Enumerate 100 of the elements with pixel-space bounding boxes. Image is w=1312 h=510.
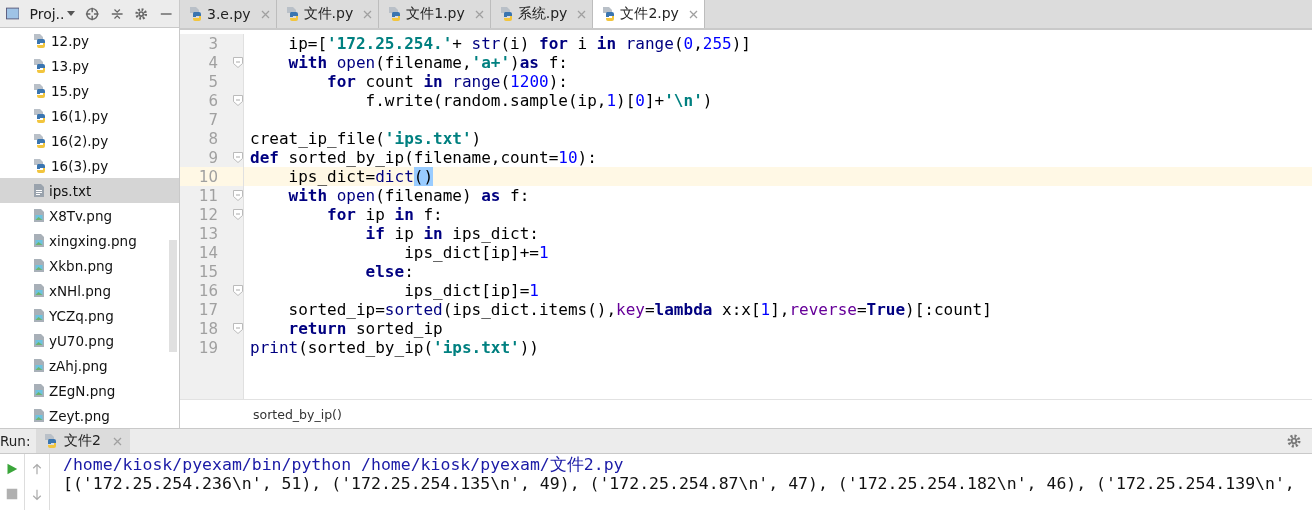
file-tree-item[interactable]: 16(3).py bbox=[0, 153, 179, 178]
python-file-icon bbox=[44, 433, 58, 449]
fold-marker-icon[interactable] bbox=[233, 323, 243, 334]
file-tree-item[interactable]: YCZq.png bbox=[0, 303, 179, 328]
console-output-line: /home/kiosk/pyexam/bin/python /home/kiosk/pyexam/文件2.py bbox=[63, 455, 625, 474]
editor-tab[interactable]: 文件2.py bbox=[593, 0, 705, 28]
code-line: sorted_ip=sorted(ips_dict.items(),key=lambda x:x[1],reverse=True)[:count] bbox=[287, 300, 992, 319]
down-arrow-icon[interactable] bbox=[31, 488, 43, 502]
python-file-icon bbox=[602, 6, 617, 22]
crosshair-icon[interactable] bbox=[85, 5, 100, 22]
fold-marker-icon[interactable] bbox=[233, 209, 243, 220]
console-output-line: [('172.25.254.236\n', 51), ('172.25.254.135\n', 49), ('172.25.254.87\n', 47), ('172.25.254.182\n', 46), ('172.25.254.139\n', bbox=[63, 474, 1295, 493]
line-number: 6 bbox=[207, 91, 218, 110]
code-line: ips_dict=dict() bbox=[287, 167, 434, 186]
code-line: ips_dict[ip]+=1 bbox=[403, 243, 549, 262]
python-file-icon bbox=[33, 57, 47, 74]
fold-marker-icon[interactable] bbox=[233, 152, 243, 163]
line-number: 14 bbox=[197, 243, 218, 262]
python-file-icon bbox=[33, 32, 47, 49]
fold-marker-icon[interactable] bbox=[233, 95, 243, 106]
file-tree-item[interactable]: X8Tv.png bbox=[0, 203, 179, 228]
file-tree-item[interactable]: Xkbn.png bbox=[0, 253, 179, 278]
image-file-icon bbox=[33, 383, 45, 398]
file-tree-item[interactable]: zAhj.png bbox=[0, 353, 179, 378]
fold-marker-icon[interactable] bbox=[233, 190, 243, 201]
file-tree-item[interactable]: 16(1).py bbox=[0, 103, 179, 128]
code-line: for count in range(1200): bbox=[326, 72, 568, 91]
code-line: with open(filename) as f: bbox=[287, 186, 530, 205]
file-tree-item[interactable]: Zeyt.png bbox=[0, 403, 179, 428]
line-number: 7 bbox=[207, 110, 218, 129]
close-icon[interactable] bbox=[688, 9, 698, 19]
code-line: def sorted_by_ip(filename,count=10): bbox=[250, 148, 597, 167]
python-file-icon bbox=[33, 82, 47, 99]
code-line: print(sorted_by_ip('ips.txt')) bbox=[250, 338, 539, 357]
line-number: 3 bbox=[207, 34, 218, 53]
dropdown-caret-icon bbox=[67, 11, 76, 16]
breadcrumb[interactable]: sorted_by_ip() bbox=[253, 406, 342, 422]
line-number: 9 bbox=[207, 148, 218, 167]
code-line: ip=['172.25.254.'+ str(i) for i in range(0,255)] bbox=[287, 34, 751, 53]
python-file-icon bbox=[285, 6, 300, 22]
line-number: 10 bbox=[197, 167, 218, 186]
scrollbar[interactable] bbox=[169, 240, 177, 352]
window-icon bbox=[6, 7, 20, 20]
settings-icon[interactable] bbox=[1286, 433, 1302, 449]
up-arrow-icon[interactable] bbox=[31, 462, 43, 476]
line-number: 8 bbox=[207, 129, 218, 148]
code-line: with open(filename,'a+')as f: bbox=[287, 53, 568, 72]
line-number: 13 bbox=[197, 224, 218, 243]
python-file-icon bbox=[388, 6, 403, 22]
code-line: for ip in f: bbox=[326, 205, 443, 224]
python-file-icon bbox=[499, 6, 514, 22]
close-icon[interactable] bbox=[474, 9, 484, 19]
file-tree-item[interactable]: xingxing.png bbox=[0, 228, 179, 253]
python-file-icon bbox=[33, 132, 47, 149]
close-icon[interactable] bbox=[363, 9, 373, 19]
image-file-icon bbox=[33, 308, 45, 323]
line-number: 16 bbox=[197, 281, 218, 300]
file-tree-item[interactable]: 16(2).py bbox=[0, 128, 179, 153]
image-file-icon bbox=[33, 208, 45, 223]
code-line: else: bbox=[364, 262, 414, 281]
line-number: 4 bbox=[207, 53, 218, 72]
python-file-icon bbox=[33, 107, 47, 124]
code-line: if ip in ips_dict: bbox=[364, 224, 539, 243]
line-number: 5 bbox=[207, 72, 218, 91]
file-tree-item[interactable]: ips.txt bbox=[0, 178, 179, 203]
stop-icon[interactable] bbox=[6, 488, 18, 500]
python-file-icon bbox=[33, 157, 47, 174]
line-number: 15 bbox=[197, 262, 218, 281]
settings-icon[interactable] bbox=[134, 5, 149, 22]
file-tree-item[interactable]: 12.py bbox=[0, 28, 179, 53]
line-number: 12 bbox=[197, 205, 218, 224]
close-icon[interactable] bbox=[112, 436, 122, 446]
file-tree-item[interactable]: ZEgN.png bbox=[0, 378, 179, 403]
image-file-icon bbox=[33, 258, 45, 273]
line-number: 18 bbox=[197, 319, 218, 338]
text-file-icon bbox=[33, 183, 45, 198]
close-icon[interactable] bbox=[260, 9, 270, 19]
close-icon[interactable] bbox=[577, 9, 587, 19]
fold-marker-icon[interactable] bbox=[233, 57, 243, 68]
line-number: 19 bbox=[197, 338, 218, 357]
fold-marker-icon[interactable] bbox=[233, 285, 243, 296]
code-line: return sorted_ip bbox=[287, 319, 443, 338]
run-icon[interactable] bbox=[6, 462, 18, 476]
run-tab[interactable]: 文件2 bbox=[36, 429, 130, 453]
file-tree-item[interactable]: yU70.png bbox=[0, 328, 179, 353]
code-line: f.write(random.sample(ip,1)[0]+'\n') bbox=[364, 91, 713, 110]
project-view-dropdown[interactable]: Proj.. bbox=[29, 5, 76, 22]
line-number: 11 bbox=[197, 186, 218, 205]
image-file-icon bbox=[33, 358, 45, 373]
image-file-icon bbox=[33, 233, 45, 248]
image-file-icon bbox=[33, 408, 45, 423]
file-tree-item[interactable]: 13.py bbox=[0, 53, 179, 78]
code-line: creat_ip_file('ips.txt') bbox=[250, 129, 482, 148]
file-tree-item[interactable]: xNHl.png bbox=[0, 278, 179, 303]
image-file-icon bbox=[33, 283, 45, 298]
python-file-icon bbox=[189, 6, 203, 22]
image-file-icon bbox=[33, 333, 45, 348]
line-number: 17 bbox=[197, 300, 218, 319]
run-label: Run: bbox=[0, 433, 32, 449]
file-tree-item[interactable]: 15.py bbox=[0, 78, 179, 103]
